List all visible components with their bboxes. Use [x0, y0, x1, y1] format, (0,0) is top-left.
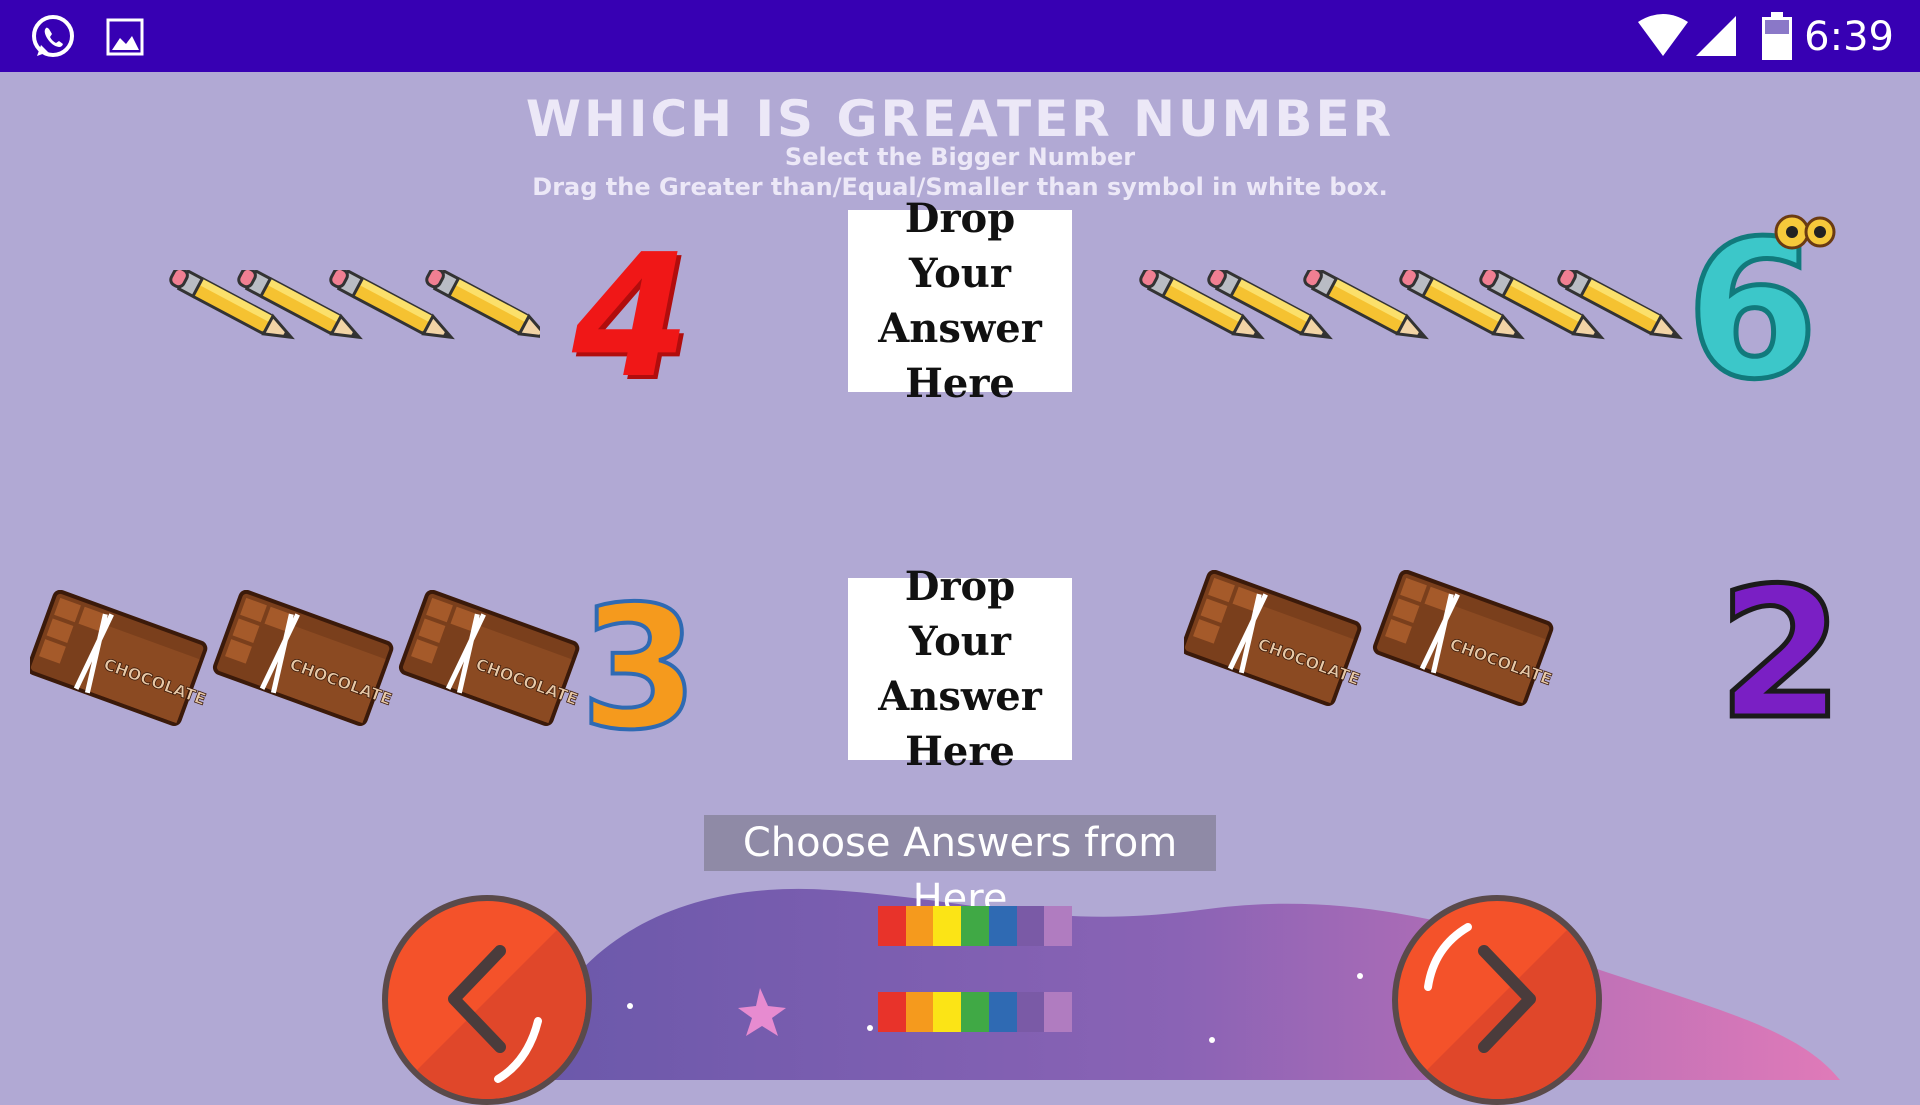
signal-icon [1694, 14, 1738, 63]
drop-box-line: Answer [878, 673, 1042, 720]
drop-box-line: Drop Your [904, 195, 1016, 297]
pencil-group-right [1136, 270, 1686, 348]
drop-box-line: Here [905, 728, 1015, 775]
wifi-icon [1636, 14, 1690, 63]
next-button[interactable] [1392, 895, 1602, 1105]
drop-box-line: Here [905, 360, 1015, 407]
whatsapp-icon [28, 12, 78, 67]
status-bar: 6:39 [0, 0, 1920, 72]
previous-button[interactable] [382, 895, 592, 1105]
chocolate-icon [213, 590, 409, 731]
chocolate-icon [30, 590, 223, 731]
eyes-icon [1774, 214, 1836, 250]
numeral-right: 2 [1715, 548, 1845, 762]
page-title: WHICH IS GREATER NUMBER [525, 90, 1395, 148]
choose-answers-label: Choose Answers from Here [704, 815, 1216, 922]
chocolate-group-right [1184, 570, 1564, 730]
drop-answer-box[interactable]: Drop Your Answer Here [848, 563, 1072, 775]
drop-box-line: Drop Your [904, 563, 1016, 665]
chocolate-icon [1373, 570, 1564, 711]
numeral-left: 4 [572, 218, 691, 416]
chocolate-icon [1184, 570, 1377, 711]
pencil-group-left [166, 270, 540, 348]
drop-answer-box[interactable]: Drop Your Answer Here [848, 195, 1072, 407]
numeral-left: 3 [578, 568, 700, 770]
equal-bar-bottom [878, 992, 1073, 1032]
subtitle: Select the Bigger Number [784, 143, 1136, 171]
drop-box-line: Answer [878, 305, 1042, 352]
battery-icon [1762, 12, 1792, 65]
gallery-icon [106, 18, 144, 61]
equal-bar-top [878, 906, 1073, 946]
clock: 6:39 [1804, 14, 1894, 60]
chocolate-group-left [30, 590, 590, 750]
chocolate-icon [399, 590, 590, 731]
